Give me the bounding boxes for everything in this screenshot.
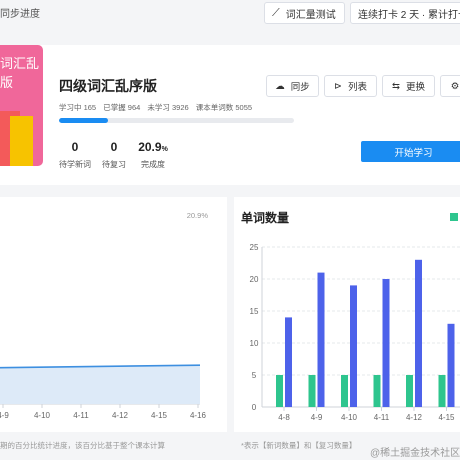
review-words-bar [447, 323, 455, 407]
word-count-chart-panel: 单词数量 0 5 10 15 20 25 4-8 4-9 4-10 4-11 4-12 4-15 [234, 197, 460, 432]
cover-yellow-block [10, 116, 33, 166]
metric-label: 待学新词 [59, 160, 91, 169]
list-button[interactable]: ⊳ 列表 [324, 75, 377, 97]
book-progress-fill [59, 118, 109, 123]
metric-completion: 20.9% 完成度 [138, 140, 168, 170]
book-title: 四级词汇乱序版 [59, 79, 157, 95]
checkin-label: 连续打卡 2 天 · 累计打卡 1 [358, 9, 460, 21]
cover-title-line1: 词汇乱 [0, 57, 40, 72]
new-words-bar [308, 375, 316, 407]
x-tick-label: 4-8 [278, 413, 290, 422]
metric-unit: % [161, 146, 168, 153]
page: 同步进度 ⟋ 词汇量测试 连续打卡 2 天 · 累计打卡 1 词汇乱 版 四级词… [0, 0, 460, 460]
vocab-test-label: 词汇量测试 [285, 9, 336, 21]
sync-cloud-icon: ☁ [275, 80, 285, 92]
x-tick-label: 4-15 [151, 411, 168, 420]
review-words-bar [285, 317, 292, 407]
book-cover[interactable]: 词汇乱 版 [0, 45, 43, 166]
x-tick-label: 4-15 [438, 413, 455, 422]
sync-progress-label: 同步进度 [0, 9, 40, 20]
progress-area-fill [0, 365, 200, 404]
progress-area-chart: 4-9 4-10 4-11 4-12 4-15 4-16 [0, 364, 207, 420]
sync-button[interactable]: ☁ 同步 [266, 75, 319, 97]
word-count-bar-chart: 0 5 10 15 20 25 4-8 4-9 4-10 4-11 4-12 4-15 [250, 243, 460, 422]
y-tick-label: 25 [250, 243, 259, 252]
review-words-bar [317, 272, 325, 407]
x-tick-label: 4-10 [34, 411, 51, 420]
book-progress-bar [59, 118, 294, 123]
review-words-bar [350, 285, 357, 407]
swap-arrows-icon: ⇆ [392, 80, 400, 92]
not-learned-count: 未学习 3926 [147, 103, 189, 112]
progress-chart-panel: 20.9% 4-94-104-114-124-154-16 [0, 197, 227, 432]
learning-count: 学习中 165 [59, 103, 97, 112]
checkin-button[interactable]: 连续打卡 2 天 · 累计打卡 1 [350, 2, 460, 24]
y-tick-label: 10 [250, 339, 259, 348]
x-tick-label: 4-16 [190, 411, 207, 420]
y-tick-label: 5 [252, 371, 257, 380]
metric-value: 0 [110, 140, 118, 154]
word-count-footnote: *表示【新词数量】和【复习数量】 [241, 441, 357, 450]
y-tick-label: 0 [252, 403, 257, 412]
metric-value: 0 [71, 140, 79, 154]
gear-icon: ⚙ [450, 80, 460, 92]
total-words-count: 课本单词数 5055 [195, 103, 253, 112]
new-words-bar [373, 375, 381, 407]
y-tick-label: 20 [250, 275, 259, 284]
review-words-bar [415, 259, 422, 407]
x-tick-label: 4-11 [73, 411, 89, 420]
trend-line-icon: ⟋ [272, 6, 280, 19]
y-tick-label: 15 [250, 307, 259, 316]
new-words-bar [276, 375, 283, 407]
new-words-bar [406, 375, 413, 407]
review-words-bar [382, 279, 390, 407]
metric-value: 20.9 [138, 140, 162, 154]
vocab-test-button[interactable]: ⟋ 词汇量测试 [264, 2, 345, 24]
progress-footnote: 期的百分比统计进度，该百分比基于整个课本计算 [0, 441, 165, 450]
change-book-button[interactable]: ⇆ 更换 [382, 75, 435, 97]
x-tick-label: 4-9 [0, 411, 9, 420]
watermark: @稀土掘金技术社区 [370, 448, 460, 459]
start-learning-button[interactable]: 开始学习 [361, 141, 460, 162]
new-words-bar [341, 375, 348, 407]
x-tick-label: 4-12 [112, 411, 129, 420]
book-stats: 学习中 165 已掌握 964 未学习 3926 课本单词数 5055 [59, 102, 257, 113]
metric-new-words: 0 待学新词 [57, 140, 93, 170]
metric-review: 0 待复习 [100, 140, 128, 170]
x-tick-label: 4-9 [311, 413, 323, 422]
new-words-bar [438, 375, 446, 407]
x-tick-label: 4-11 [374, 413, 390, 422]
metric-label: 完成度 [141, 160, 165, 169]
mastered-count: 已掌握 964 [103, 103, 141, 112]
x-tick-label: 4-10 [341, 413, 358, 422]
settings-button[interactable]: ⚙ [440, 75, 460, 97]
x-tick-label: 4-12 [406, 413, 423, 422]
metric-label: 待复习 [102, 160, 126, 169]
cover-title-line2: 版 [0, 76, 14, 91]
play-circle-icon: ⊳ [334, 80, 342, 92]
sync-label: 同步 [290, 82, 310, 93]
change-label: 更换 [405, 82, 425, 93]
list-label: 列表 [347, 82, 367, 93]
